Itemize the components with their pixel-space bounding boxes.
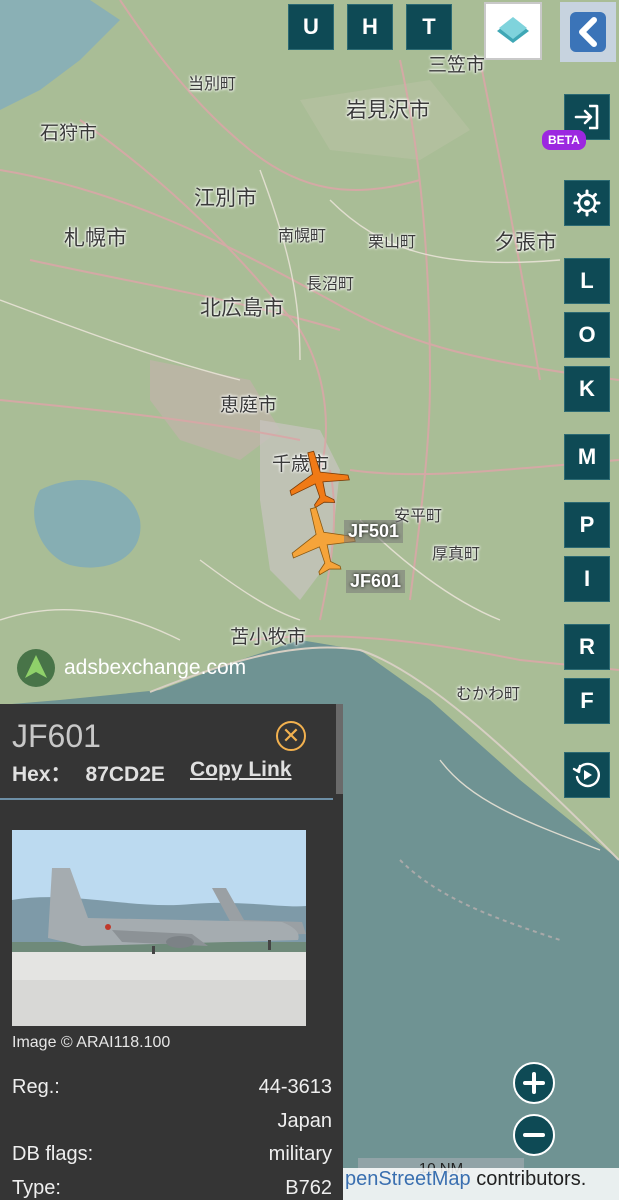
aircraft-icon-jf501[interactable] [282,448,354,510]
zoom-out-button[interactable] [513,1114,555,1156]
field-value: B762 [285,1177,332,1199]
copy-link[interactable]: Copy Link [190,758,292,782]
replay-icon [572,762,601,788]
map-label-ebetsu: 江別市 [194,186,257,210]
zoom-in-button[interactable] [513,1062,555,1104]
aircraft-label-jf601[interactable]: JF601 [346,570,406,593]
toggle-h-button[interactable]: H [347,4,393,50]
beta-badge: BETA [542,130,586,150]
map-label-kitahiroshima: 北広島市 [200,296,284,320]
minus-icon [523,1133,545,1137]
toggle-r-button[interactable]: R [564,624,610,670]
aircraft-info-panel: JF601 ✕ Hex： 87CD2E Copy Link Image © ARA… [0,704,343,1200]
panel-divider [0,798,333,800]
hex-value: 87CD2E [85,763,165,786]
layers-button[interactable] [484,2,542,60]
toggle-i-button[interactable]: I [564,556,610,602]
toggle-f-button[interactable]: F [564,678,610,724]
map-attribution: penStreetMap contributors. [343,1168,619,1200]
map-label-mikasa: 三笠市 [428,54,486,76]
gear-icon [573,189,601,217]
toggle-t-button[interactable]: T [406,4,452,50]
map-label-yubari: 夕張市 [494,230,557,254]
field-value: military [268,1143,332,1165]
settings-button[interactable] [564,180,610,226]
map-label-eniwa: 恵庭市 [220,394,278,416]
toggle-o-button[interactable]: O [564,312,610,358]
field-value: 44-3613 [258,1076,332,1098]
map-label-naganuma: 長沼町 [306,274,355,293]
map-label-ishikari: 石狩市 [40,122,98,144]
close-icon: ✕ [281,723,301,748]
layers-icon [497,17,529,43]
hex-line: Hex： 87CD2E [12,758,165,788]
attribution-text: contributors. [470,1168,587,1190]
map-label-sapporo: 札幌市 [64,226,127,250]
login-icon [574,104,599,130]
field-key: DB flags: [12,1143,94,1165]
field-value: Japan [277,1110,333,1132]
map-label-iwamizawa: 岩見沢市 [346,98,430,122]
adsbexchange-logo-icon [17,649,55,687]
map-label-tomakomai: 苫小牧市 [230,626,307,648]
collapse-sidebar-button[interactable] [560,2,616,62]
map-label-kuriyama: 栗山町 [368,232,417,251]
toggle-p-button[interactable]: P [564,502,610,548]
map-label-tobetsu: 当別町 [188,74,237,93]
osm-attribution-link[interactable]: penStreetMap [345,1168,471,1190]
panel-scrollbar[interactable] [336,704,343,794]
hex-label: Hex： [12,763,72,786]
adsbexchange-watermark: adsbexchange.com [16,648,246,688]
map-label-nanporo: 南幌町 [278,226,327,245]
map-label-mukawa: むかわ町 [456,684,521,703]
field-key: Type: [12,1177,61,1199]
chevron-left-icon [570,12,606,52]
watermark-text: adsbexchange.com [64,656,247,679]
image-credit: Image © ARAI118.100 [12,1034,171,1051]
close-panel-button[interactable]: ✕ [276,721,306,751]
replay-button[interactable] [564,752,610,798]
panel-callsign: JF601 [12,718,101,754]
toggle-u-button[interactable]: U [288,4,334,50]
plus-icon [523,1072,545,1094]
aircraft-label-jf501[interactable]: JF501 [344,520,404,543]
toggle-l-button[interactable]: L [564,258,610,304]
aircraft-photo[interactable] [12,830,306,1026]
toggle-k-button[interactable]: K [564,366,610,412]
map-label-atsuma: 厚真町 [432,544,481,563]
field-key: Reg.: [12,1076,60,1098]
toggle-m-button[interactable]: M [564,434,610,480]
